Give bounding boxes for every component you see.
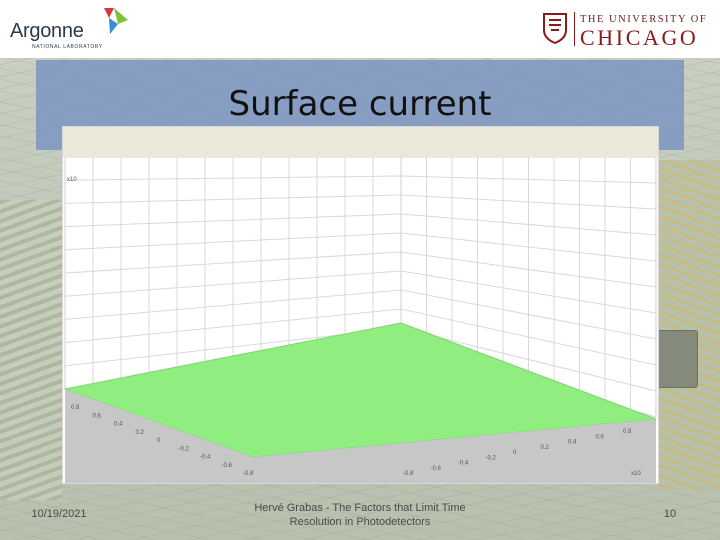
background-trace-strip-left (0, 200, 62, 500)
footer-caption: Hervé Grabas - The Factors that Limit Ti… (254, 502, 466, 528)
plot-tick-label: 0.4 (114, 422, 123, 428)
background-chip-component (656, 330, 698, 388)
slide-title: Surface current (228, 84, 492, 124)
plot-tick-label: 0.8 (623, 429, 632, 435)
plot-tick-label: 0.2 (541, 445, 550, 451)
plot-tick-label: -0.6 (431, 466, 442, 472)
plot-tick-label: -0.8 (243, 471, 254, 477)
argonne-logo: Argonne NATIONAL LABORATORY (10, 6, 130, 54)
plot-tick-label: -0.8 (403, 471, 414, 477)
footer-page-number: 10 (663, 508, 677, 520)
plot-tick-label: 0.2 (136, 430, 145, 436)
plot-header-strip (63, 127, 658, 157)
plot-corner-label-top-left: x10 (67, 177, 77, 183)
plot-tick-label: -0.4 (458, 461, 469, 467)
argonne-subtitle: NATIONAL LABORATORY (32, 44, 103, 50)
uchicago-divider (574, 12, 575, 46)
argonne-logo-mark-icon (104, 8, 128, 34)
plot-tick-label: 0.4 (568, 440, 577, 446)
plot-tick-label: -0.2 (486, 455, 497, 461)
plot-tick-label: 0.6 (596, 434, 605, 440)
plot-tick-label: -0.6 (222, 463, 233, 469)
uchicago-shield-icon (543, 13, 567, 44)
background-trace-strip-right (656, 160, 720, 490)
plot-tick-label: -0.2 (179, 446, 190, 452)
plot-tick-label: -0.4 (200, 455, 211, 461)
argonne-wordmark: Argonne (10, 20, 84, 42)
uchicago-line2: CHICAGO (580, 25, 699, 50)
slide: Argonne NATIONAL LABORATORY THE UNIVERSI… (0, 0, 720, 540)
footer-date: 10/19/2021 (31, 508, 87, 520)
uchicago-line1: THE UNIVERSITY OF (580, 14, 708, 25)
plot-tick-label: 0.6 (93, 413, 102, 419)
plot-corner-label-bottom-right: x10 (631, 471, 641, 477)
plot-3d-canvas: x10 x10 0.80.60.40.20-0.2-0.4-0.6-0.8 0.… (63, 157, 657, 483)
uchicago-logo: THE UNIVERSITY OF CHICAGO (542, 10, 714, 52)
plot-tick-label: 0.8 (71, 405, 80, 411)
surface-current-plot: x10 x10 0.8 0.6 0.4 0.2 0 -0.2 -0.4 -0.6 -0.8 0.… (62, 126, 659, 484)
